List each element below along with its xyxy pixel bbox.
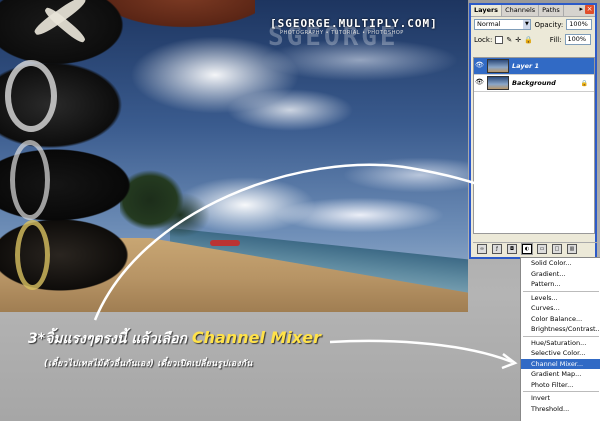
instruction-highlight: Channel Mixer bbox=[191, 328, 321, 347]
curved-arrow-to-adjustment-icon bbox=[93, 163, 537, 321]
arrow-to-channel-mixer bbox=[329, 339, 513, 364]
instruction-step: 3*จิ้มแรงๆตรงนี้ แล้วเลือก Channel Mixer bbox=[28, 328, 321, 350]
tutorial-canvas: SGEORGE [SGEORGE.MULTIPLY.COM] PHOTOGRAP… bbox=[0, 0, 600, 421]
instruction-step-text: 3*จิ้มแรงๆตรงนี้ แล้วเลือก bbox=[28, 331, 187, 347]
instruction-note: (เดี๋ยวไปเทสไม้ตัวอื่นกันเอง) เดี๋ยวเปิด… bbox=[44, 359, 253, 369]
